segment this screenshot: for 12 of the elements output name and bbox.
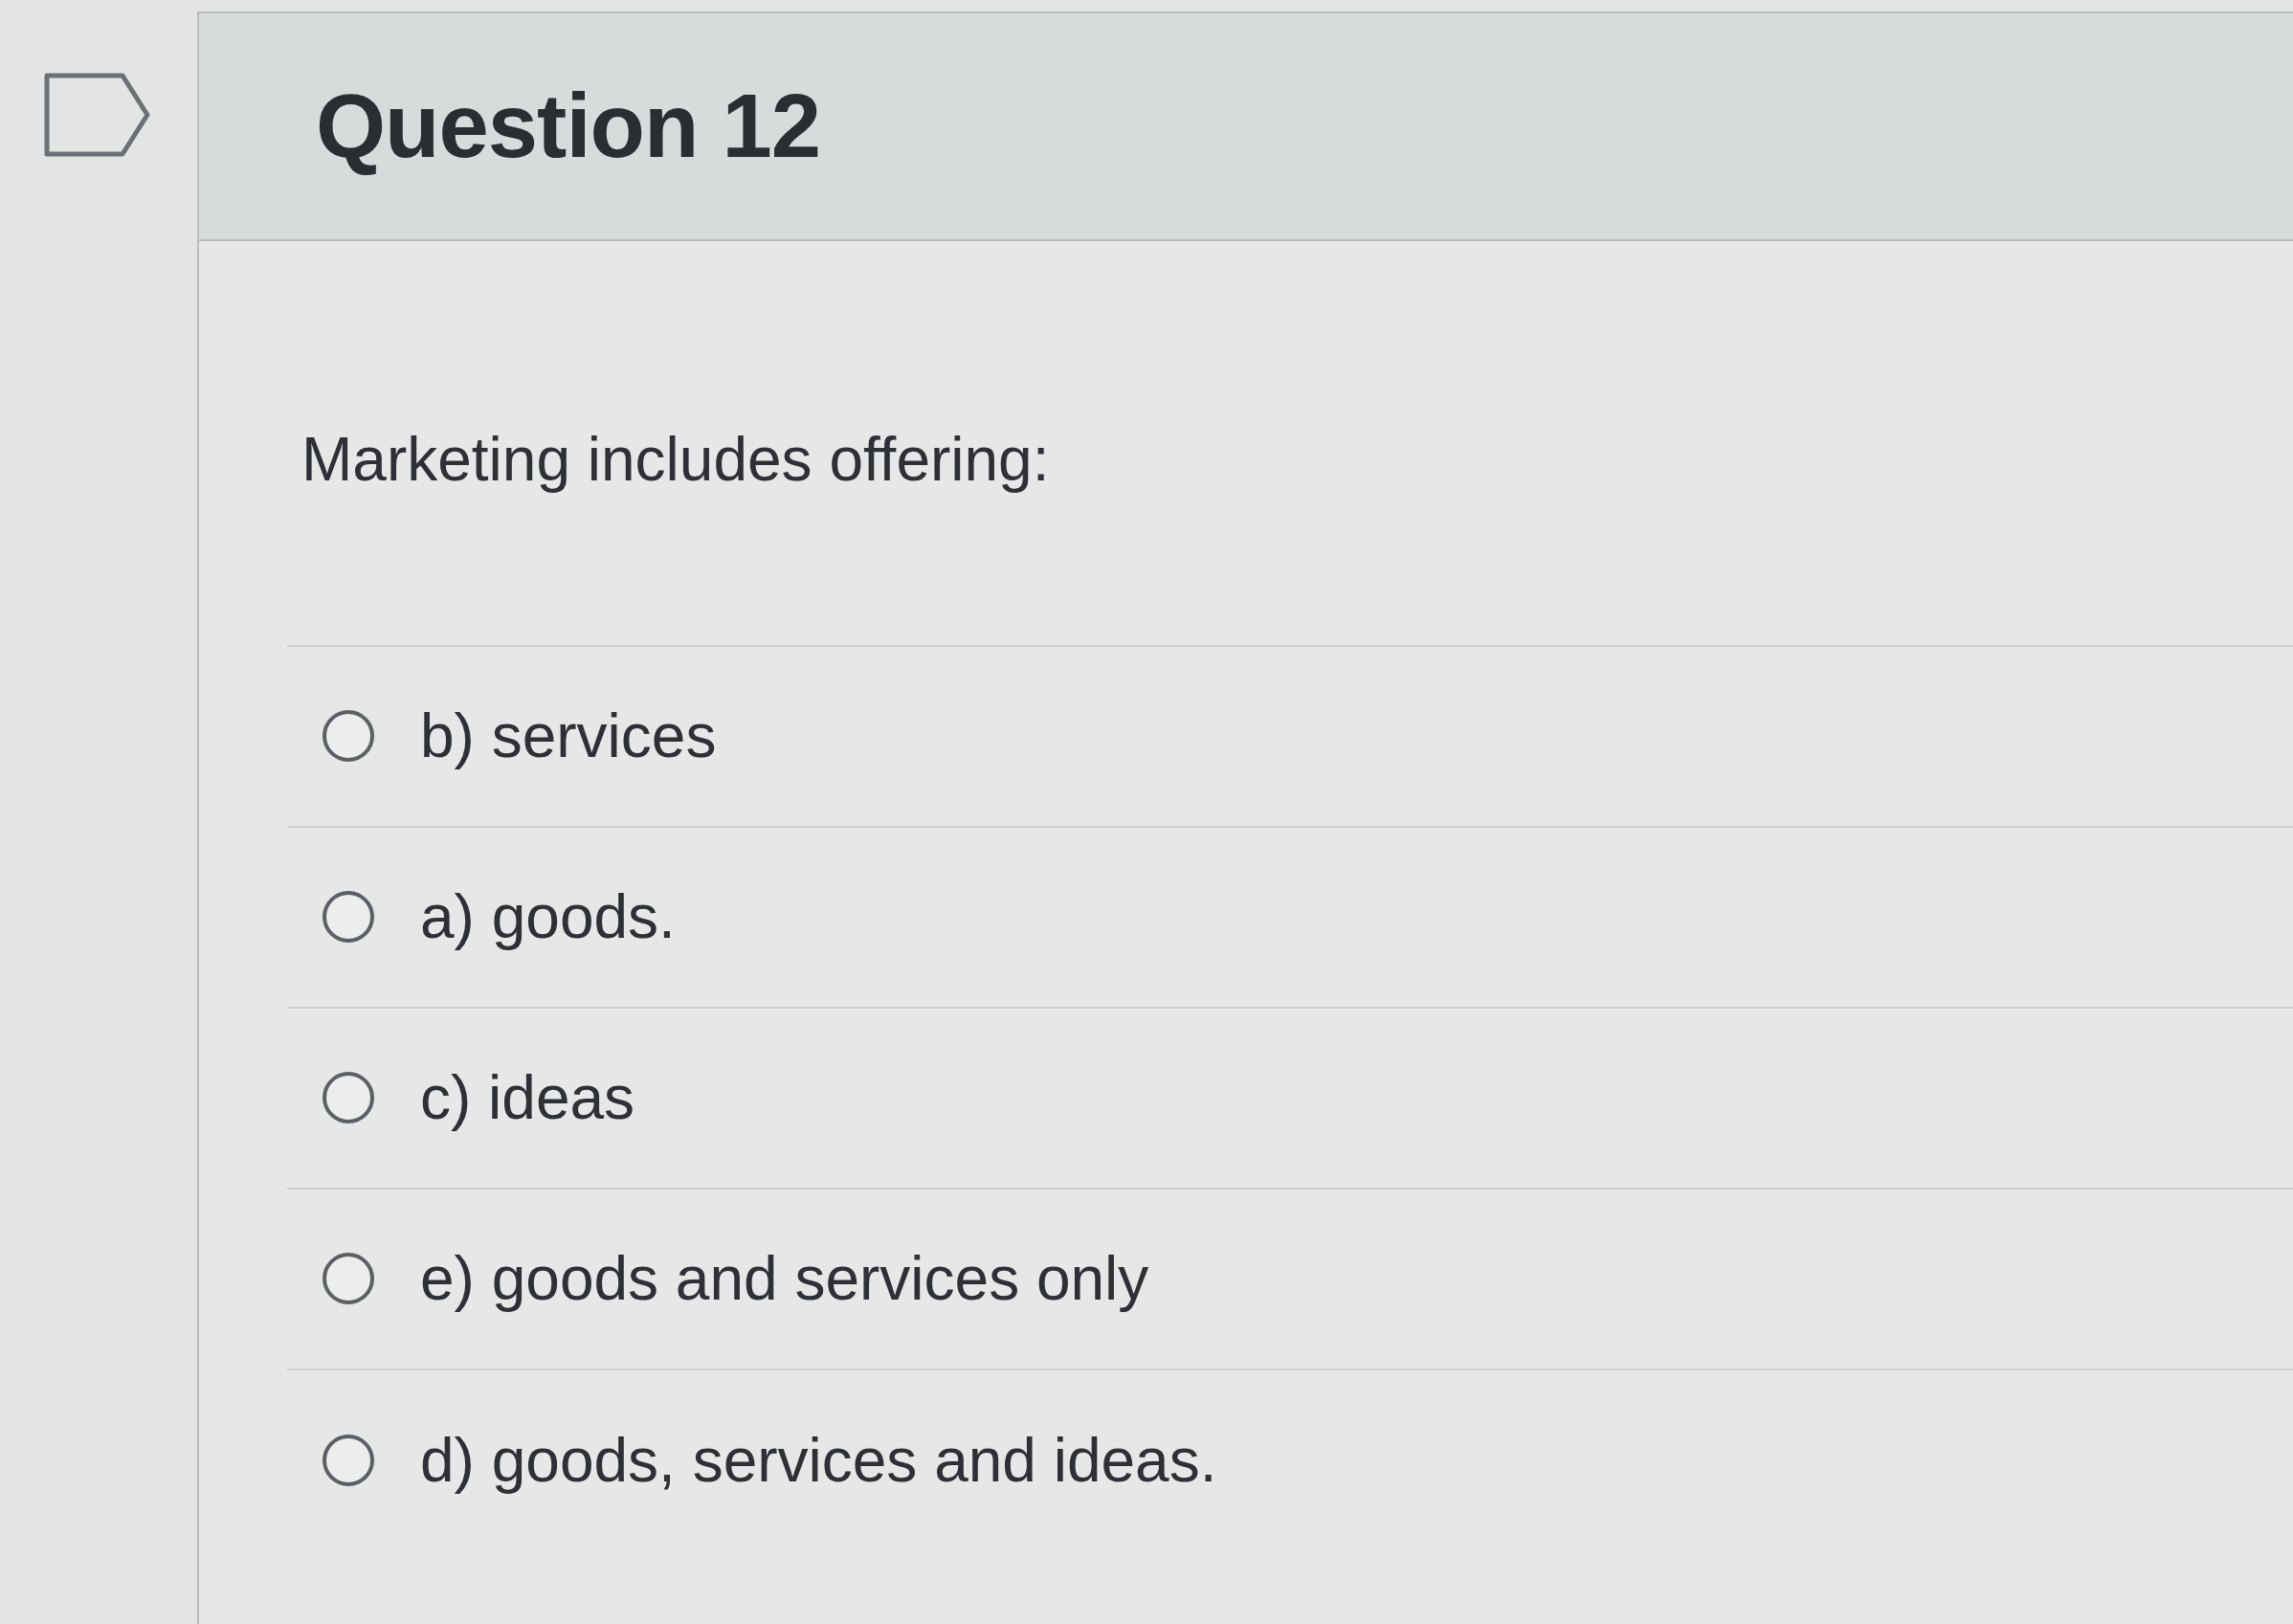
option-label[interactable]: d) goods, services and ideas. bbox=[420, 1423, 1217, 1498]
option-label[interactable]: c) ideas bbox=[420, 1060, 635, 1135]
radio-button[interactable] bbox=[323, 891, 374, 944]
option-label[interactable]: a) goods. bbox=[420, 879, 676, 954]
option-label[interactable]: b) services bbox=[420, 699, 717, 773]
question-text: Marketing includes offering: bbox=[301, 424, 1051, 496]
radio-button[interactable] bbox=[323, 1253, 374, 1305]
radio-button[interactable] bbox=[323, 1435, 374, 1487]
radio-button[interactable] bbox=[323, 710, 374, 763]
flag-icon[interactable] bbox=[44, 73, 151, 157]
radio-button[interactable] bbox=[323, 1072, 374, 1124]
option-label[interactable]: e) goods and services only bbox=[420, 1241, 1149, 1316]
